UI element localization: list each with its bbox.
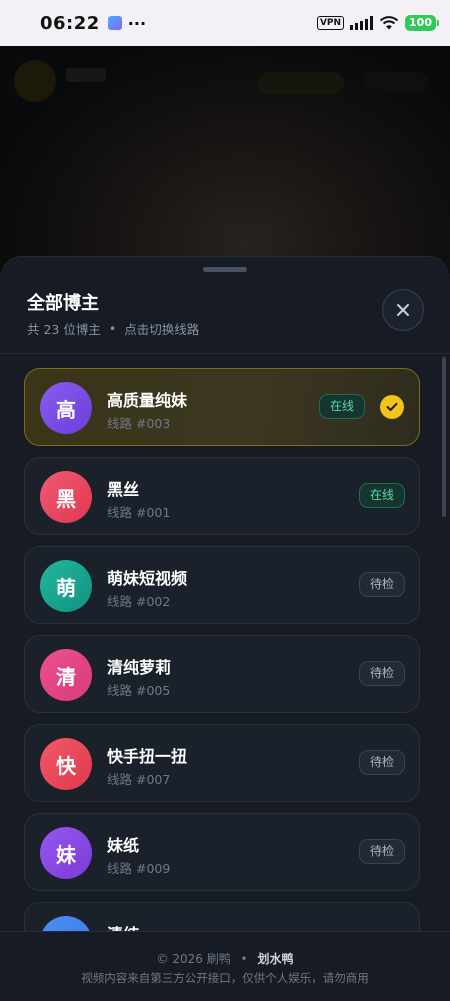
streamer-card[interactable]: 快 快手扭一扭 线路 #007 待检 (24, 724, 420, 802)
close-icon (397, 304, 409, 316)
streamer-count: 共 23 位博主 (27, 322, 101, 337)
vpn-icon: VPN (316, 16, 345, 30)
route-label: 线路 #005 (107, 683, 171, 698)
avatar: 妹 (40, 827, 92, 879)
footer: © 2026 刷鸭 • 划水鸭 视频内容来自第三方公开接口，仅供个人娱乐，请勿商… (0, 931, 450, 1001)
avatar: 快 (40, 738, 92, 790)
signal-icon (350, 16, 374, 30)
streamer-name: 快手扭一扭 (107, 747, 188, 766)
status-badge: 待检 (358, 839, 405, 864)
app-notification-icon (107, 16, 122, 30)
subtitle-separator: • (108, 321, 117, 336)
avatar: 高 (40, 382, 92, 434)
avatar: 萌 (40, 560, 92, 612)
sheet-title: 全部博主 (27, 293, 99, 314)
more-notifications-icon: ··· (127, 13, 147, 33)
route-label: 线路 #009 (107, 861, 171, 876)
selected-check-icon (380, 395, 404, 419)
switch-hint: 点击切换线路 (124, 322, 200, 337)
avatar: 清 (40, 649, 92, 701)
status-bar: 06:22 ··· VPN 100 (0, 0, 450, 46)
streamer-name: 萌妹短视频 (107, 569, 188, 588)
footer-disclaimer: 视频内容来自第三方公开接口，仅供个人娱乐，请勿商用 (81, 971, 369, 985)
streamer-card[interactable]: 清 清纯萝莉 线路 #005 待检 (24, 635, 420, 713)
footer-copyright-line: © 2026 刷鸭 • 划水鸭 (0, 950, 450, 967)
copyright-text: © 2026 刷鸭 (156, 952, 231, 966)
sheet-subtitle: 共 23 位博主 • 点击切换线路 (27, 319, 199, 338)
battery-indicator: 100 (405, 15, 439, 31)
list-scrollbar[interactable] (442, 357, 446, 517)
streamer-name: 清纯萝莉 (107, 658, 172, 677)
status-time: 06:22 (40, 12, 100, 34)
wifi-icon (379, 16, 399, 30)
modal-scrim[interactable] (0, 46, 450, 276)
drag-handle[interactable] (203, 267, 247, 272)
route-label: 线路 #003 (107, 416, 171, 431)
status-badge: 在线 (358, 483, 405, 508)
route-label: 线路 #002 (107, 594, 171, 609)
header-divider (0, 353, 450, 354)
streamer-card[interactable]: 妹 妹纸 线路 #009 待检 (24, 813, 420, 891)
footer-brand: 划水鸭 (257, 952, 294, 966)
streamer-card[interactable]: 黑 黑丝 线路 #001 在线 (24, 457, 420, 535)
streamer-sheet: 全部博主 共 23 位博主 • 点击切换线路 高 高质量纯妹 线路 #003 在… (0, 256, 450, 1001)
streamer-card[interactable]: 萌 萌妹短视频 线路 #002 待检 (24, 546, 420, 624)
streamer-name: 妹纸 (107, 836, 140, 855)
status-badge: 待检 (358, 661, 405, 686)
status-badge: 在线 (318, 394, 365, 419)
route-label: 线路 #007 (107, 772, 171, 787)
status-icons: VPN 100 (316, 15, 439, 31)
status-badge: 待检 (358, 572, 405, 597)
status-badge: 待检 (358, 750, 405, 775)
streamer-card[interactable]: 高 高质量纯妹 线路 #003 在线 (24, 368, 420, 446)
footer-separator: • (240, 952, 248, 966)
close-button[interactable] (382, 289, 424, 331)
avatar: 黑 (40, 471, 92, 523)
route-label: 线路 #001 (107, 505, 171, 520)
streamer-name: 高质量纯妹 (107, 391, 188, 410)
streamer-name: 黑丝 (107, 480, 140, 499)
